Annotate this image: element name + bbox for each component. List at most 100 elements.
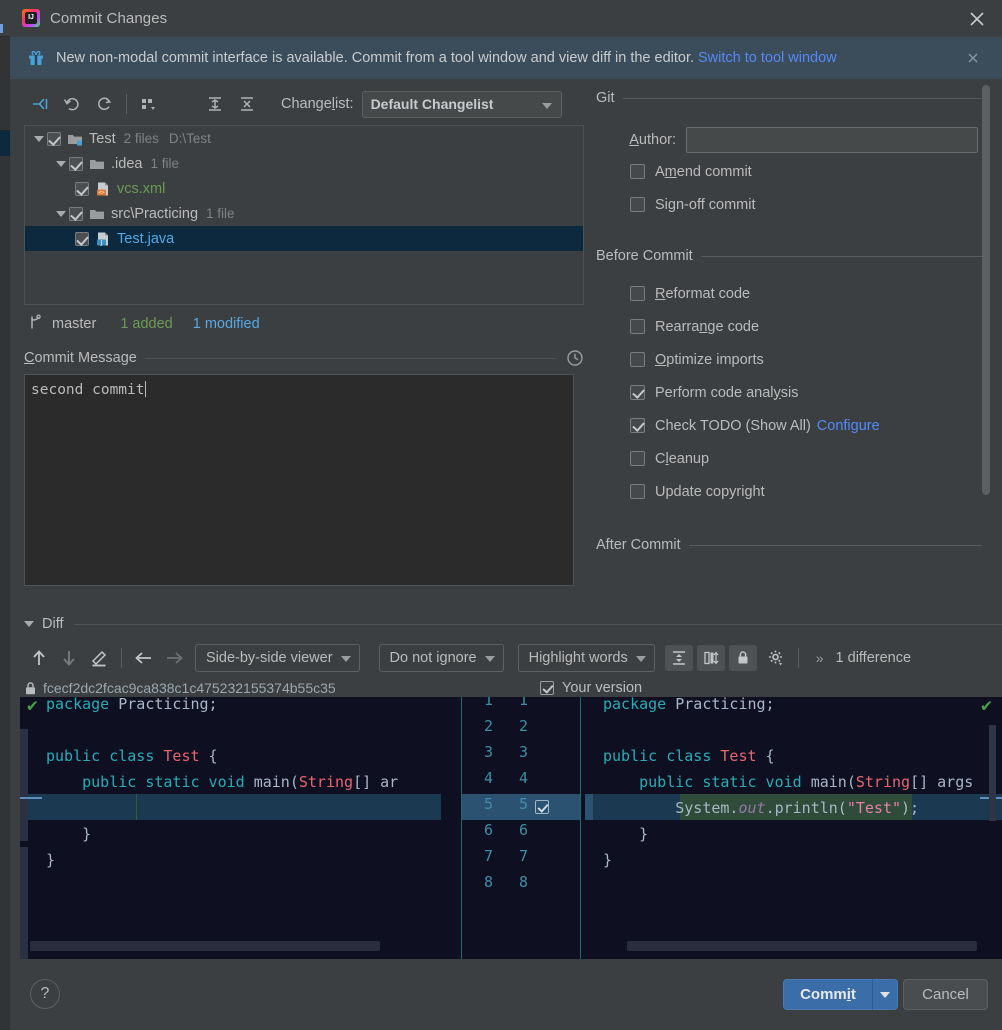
revert-icon[interactable] bbox=[56, 89, 88, 119]
diff-section-title: Diff bbox=[42, 616, 64, 632]
commit-options-panel: Git Author: Amend commit Sign-off commit… bbox=[596, 85, 996, 615]
options-scrollbar[interactable] bbox=[982, 85, 990, 495]
arrow-left-icon[interactable] bbox=[129, 644, 159, 672]
horizontal-scrollbar[interactable] bbox=[627, 941, 977, 951]
code-token: public class bbox=[46, 747, 164, 765]
expand-all-icon[interactable] bbox=[199, 89, 231, 119]
reformat-code-option[interactable]: Reformat code bbox=[596, 277, 996, 310]
tree-row[interactable]: .idea 1 file bbox=[25, 151, 583, 176]
chevron-down-icon[interactable] bbox=[31, 135, 47, 142]
tree-node-name: src\Practicing bbox=[111, 205, 199, 222]
read-only-lock-icon[interactable] bbox=[728, 645, 757, 671]
diff-pane-left[interactable]: package Practicing; public class Test { … bbox=[20, 697, 441, 959]
optimize-imports-checkbox[interactable] bbox=[630, 352, 645, 367]
tree-checkbox[interactable] bbox=[69, 206, 83, 221]
refresh-icon[interactable] bbox=[88, 89, 120, 119]
diff-section-header[interactable]: Diff bbox=[24, 612, 1002, 636]
tree-node-name: .idea bbox=[111, 155, 143, 172]
collapse-unchanged-icon[interactable] bbox=[664, 645, 693, 671]
changelist-dropdown[interactable]: Default Changelist bbox=[361, 90, 562, 118]
cancel-button[interactable]: Cancel bbox=[903, 979, 988, 1010]
chevron-down-icon[interactable] bbox=[53, 160, 69, 167]
arrow-right-icon[interactable] bbox=[159, 644, 189, 672]
perform-code-analysis-option[interactable]: Perform code analysis bbox=[596, 376, 996, 409]
accept-change-checkbox[interactable] bbox=[535, 800, 549, 814]
changes-tree[interactable]: Test 2 files D:\Test .idea 1 file <> vcs… bbox=[24, 125, 584, 305]
check-todo-label: Check TODO (Show All) bbox=[655, 417, 811, 434]
author-field[interactable] bbox=[686, 127, 978, 153]
amend-commit-checkbox[interactable] bbox=[630, 164, 645, 179]
configure-todo-link[interactable]: Configure bbox=[817, 418, 880, 434]
folder-icon bbox=[89, 156, 105, 172]
diff-pane-right[interactable]: package Practicing; public class Test { … bbox=[585, 697, 1002, 959]
tree-row[interactable]: <> vcs.xml bbox=[25, 176, 583, 201]
your-version-checkbox[interactable] bbox=[540, 681, 554, 695]
tree-checkbox[interactable] bbox=[75, 181, 89, 196]
tree-row[interactable]: Test 2 files D:\Test bbox=[25, 126, 583, 151]
tree-checkbox[interactable] bbox=[75, 231, 89, 246]
tree-checkbox[interactable] bbox=[47, 131, 61, 146]
code-token: } bbox=[603, 825, 649, 843]
viewer-mode-dropdown[interactable]: Side-by-side viewer bbox=[195, 644, 360, 672]
show-diff-icon[interactable] bbox=[24, 89, 56, 119]
tree-row[interactable]: J Test.java bbox=[25, 226, 583, 251]
optimize-imports-option[interactable]: Optimize imports bbox=[596, 343, 996, 376]
arrow-up-icon[interactable] bbox=[24, 644, 54, 672]
your-version-checkbox-row[interactable]: Your version bbox=[540, 680, 642, 696]
diff-editor[interactable]: package Practicing; public class Test { … bbox=[20, 697, 1002, 959]
gear-icon[interactable] bbox=[761, 644, 791, 672]
check-todo-checkbox[interactable] bbox=[630, 418, 645, 433]
switch-to-tool-window-link[interactable]: Switch to tool window bbox=[698, 50, 837, 66]
check-todo-option[interactable]: Check TODO (Show All) Configure bbox=[596, 409, 996, 442]
sign-off-commit-option[interactable]: Sign-off commit bbox=[596, 188, 996, 221]
tree-checkbox[interactable] bbox=[69, 156, 83, 171]
commit-button[interactable]: Comm i t bbox=[783, 979, 873, 1010]
group-by-icon[interactable] bbox=[133, 89, 165, 119]
modified-count: 1 modified bbox=[192, 316, 260, 332]
clock-history-icon[interactable] bbox=[566, 349, 584, 367]
horizontal-scrollbar[interactable] bbox=[30, 941, 380, 951]
code-token: main( bbox=[253, 773, 299, 791]
banner-close-icon[interactable] bbox=[966, 51, 980, 65]
rearrange-code-checkbox[interactable] bbox=[630, 319, 645, 334]
perform-code-analysis-checkbox[interactable] bbox=[630, 385, 645, 400]
update-copyright-option[interactable]: Update copyright bbox=[596, 475, 996, 508]
diff-section: Diff Side-by-side viewer Do not ignore H… bbox=[24, 612, 1002, 699]
checkmark-icon: ✔ bbox=[981, 697, 992, 716]
text-caret bbox=[144, 381, 146, 397]
sign-off-commit-checkbox[interactable] bbox=[630, 197, 645, 212]
rearrange-code-option[interactable]: Rearrange code bbox=[596, 310, 996, 343]
commit-message-header: Commit Message bbox=[24, 347, 584, 369]
update-copyright-checkbox[interactable] bbox=[630, 484, 645, 499]
code-token: public class bbox=[603, 747, 721, 765]
change-marker-bar bbox=[20, 847, 28, 959]
arrow-down-icon[interactable] bbox=[54, 644, 84, 672]
line-number-right: 4 bbox=[518, 769, 528, 787]
revision-hash: fcecf2dc2fcac9ca838c1c475232155374b55c35 bbox=[43, 680, 336, 696]
question-mark-icon[interactable]: ? bbox=[30, 979, 60, 1009]
code-token: [] ar bbox=[353, 773, 399, 791]
close-icon[interactable] bbox=[966, 8, 988, 30]
cleanup-option[interactable]: Cleanup bbox=[596, 442, 996, 475]
reformat-code-checkbox[interactable] bbox=[630, 286, 645, 301]
scrollbar-thumb[interactable] bbox=[982, 85, 990, 495]
chevron-down-icon[interactable] bbox=[53, 210, 69, 217]
line-number-left: 1 bbox=[483, 697, 493, 709]
chevron-down-icon[interactable] bbox=[24, 621, 34, 627]
toolbar-separator bbox=[126, 94, 127, 114]
pencil-icon[interactable] bbox=[84, 644, 114, 672]
ignore-mode-dropdown[interactable]: Do not ignore bbox=[378, 644, 504, 672]
synchronize-scroll-icon[interactable] bbox=[696, 645, 725, 671]
intellij-idea-icon bbox=[22, 9, 40, 27]
commit-message-input[interactable]: second commit bbox=[24, 374, 574, 586]
commit-dropdown-button[interactable] bbox=[872, 979, 898, 1010]
tree-row[interactable]: src\Practicing 1 file bbox=[25, 201, 583, 226]
your-version-label: Your version bbox=[562, 680, 643, 696]
before-commit-group-title: Before Commit bbox=[596, 248, 693, 264]
chevron-right-double-icon[interactable]: » bbox=[816, 650, 824, 666]
svg-text:<>: <> bbox=[98, 190, 104, 196]
collapse-all-icon[interactable] bbox=[231, 89, 263, 119]
highlight-mode-dropdown[interactable]: Highlight words bbox=[517, 644, 655, 672]
cleanup-checkbox[interactable] bbox=[630, 451, 645, 466]
amend-commit-option[interactable]: Amend commit bbox=[596, 155, 996, 188]
